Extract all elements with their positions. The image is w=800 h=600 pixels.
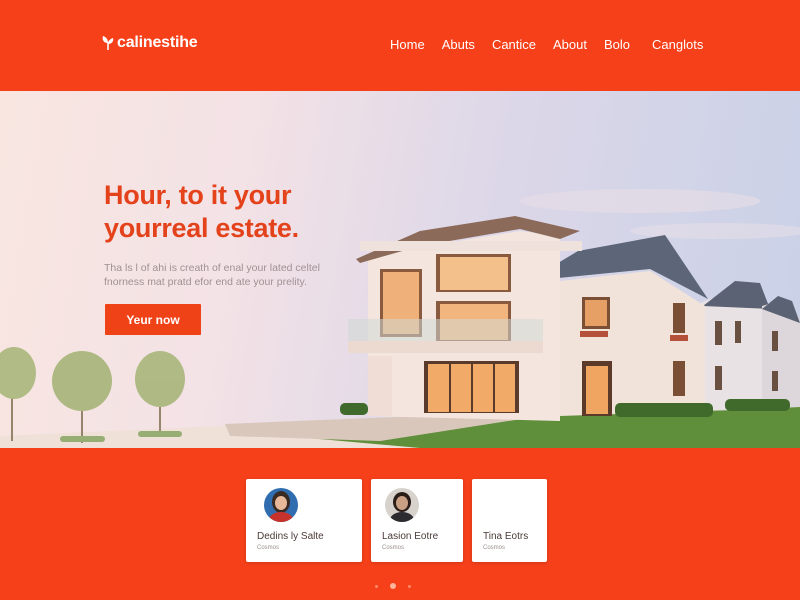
- agent-card[interactable]: Lasion Eotre Cosmos: [371, 479, 463, 562]
- nav-cantice[interactable]: Cantice: [492, 37, 536, 52]
- nav-about[interactable]: About: [553, 37, 587, 52]
- leaf-icon: [102, 36, 114, 50]
- carousel-dot[interactable]: [408, 585, 411, 588]
- brand-name: calinestihe: [117, 34, 198, 51]
- hero-title-line2-light: your: [104, 213, 162, 243]
- card-name: Lasion Eotre: [382, 531, 439, 542]
- carousel-dot[interactable]: [375, 585, 378, 588]
- hero-title: Hour, to it your yourreal estate.: [104, 179, 299, 245]
- card-subtitle: Cosmos: [483, 545, 506, 551]
- avatar: [385, 488, 419, 522]
- trees: [0, 347, 185, 443]
- main-nav: Home Abuts Cantice About Bolo Canglots: [390, 37, 703, 52]
- carousel-dot-active[interactable]: [390, 583, 396, 589]
- nav-home[interactable]: Home: [390, 37, 425, 52]
- agent-card[interactable]: Tina Eotrs Cosmos: [472, 479, 547, 562]
- house-main-block: [348, 216, 582, 421]
- nav-bolo[interactable]: Bolo: [604, 37, 630, 52]
- agent-card[interactable]: Dedins ly Salte Cosmos: [246, 479, 362, 562]
- hero-cta-button[interactable]: Yeur now: [105, 304, 201, 335]
- card-subtitle: Cosmos: [257, 545, 280, 551]
- nav-abuts[interactable]: Abuts: [442, 37, 475, 52]
- card-name: Tina Eotrs: [483, 531, 529, 542]
- hero-title-line1-bold: it your: [210, 180, 292, 210]
- carousel-dots: [375, 583, 423, 589]
- hero-section: Hour, to it your yourreal estate. Tha ls…: [0, 91, 800, 448]
- nav-canglots[interactable]: Canglots: [652, 37, 703, 52]
- hero-title-line1-light: Hour, to: [104, 180, 211, 210]
- card-subtitle: Cosmos: [382, 545, 405, 551]
- hero-subtitle: Tha ls l of ahi is creath of enal your l…: [104, 262, 320, 288]
- brand-logo[interactable]: calinestihe: [101, 34, 198, 52]
- hero-title-line2-bold: real estate.: [161, 213, 299, 243]
- avatar: [264, 488, 298, 522]
- card-name: Dedins ly Salte: [257, 531, 324, 542]
- site-header: calinestihe Home Abuts Cantice About Bol…: [0, 0, 800, 91]
- neighbor-houses: [700, 281, 800, 411]
